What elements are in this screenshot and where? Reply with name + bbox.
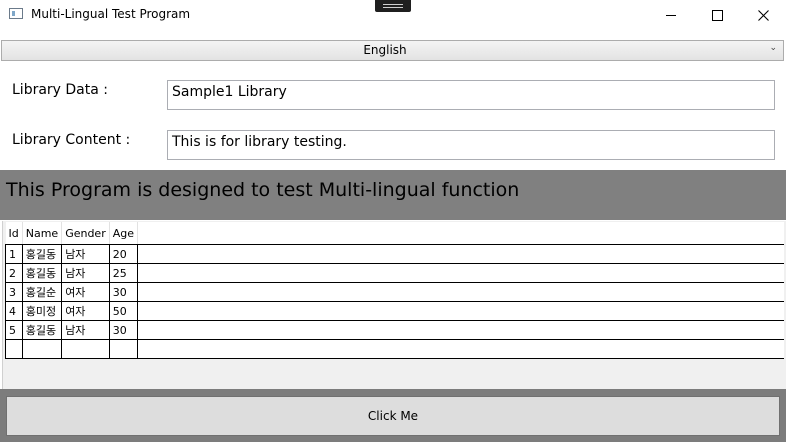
window-title: Multi-Lingual Test Program: [31, 7, 191, 21]
close-button[interactable]: [740, 0, 786, 30]
cell-name[interactable]: 홍길동: [22, 263, 63, 283]
cell-age[interactable]: [109, 339, 139, 359]
cell-age[interactable]: 25: [109, 263, 139, 283]
cell-gender[interactable]: 남자: [61, 244, 110, 264]
table-row[interactable]: 2 홍길동 남자 25: [5, 263, 784, 283]
language-selected-value: English: [363, 43, 407, 57]
cell-id[interactable]: [5, 339, 23, 359]
column-header-filler: [137, 222, 784, 245]
row-filler: [137, 301, 784, 321]
column-header-gender[interactable]: Gender: [61, 222, 110, 245]
library-content-label: Library Content :: [12, 132, 131, 148]
cell-id[interactable]: 4: [5, 301, 23, 321]
cell-name[interactable]: 홍길동: [22, 320, 63, 340]
drag-handle-icon[interactable]: [375, 0, 411, 12]
cell-gender[interactable]: 남자: [61, 263, 110, 283]
language-dropdown[interactable]: English ⌄: [1, 40, 784, 61]
title-bar[interactable]: Multi-Lingual Test Program: [0, 0, 786, 30]
minimize-icon: [666, 14, 676, 16]
cell-gender[interactable]: 여자: [61, 301, 110, 321]
table-row[interactable]: 3 홍길순 여자 30: [5, 282, 784, 302]
column-header-age[interactable]: Age: [109, 222, 139, 245]
new-row-placeholder[interactable]: [5, 339, 784, 359]
cell-id[interactable]: 3: [5, 282, 23, 302]
cell-name[interactable]: 홍길동: [22, 244, 63, 264]
data-grid[interactable]: Id Name Gender Age 1 홍길동 남자 20 2 홍길동 남자 …: [5, 222, 784, 359]
cell-name[interactable]: 홍미정: [22, 301, 63, 321]
row-filler: [137, 282, 784, 302]
library-content-field[interactable]: This is for library testing.: [167, 130, 775, 160]
cell-id[interactable]: 5: [5, 320, 23, 340]
row-filler: [137, 263, 784, 283]
grid-header-row: Id Name Gender Age: [5, 222, 784, 245]
row-filler: [137, 320, 784, 340]
cell-gender[interactable]: 남자: [61, 320, 110, 340]
cell-age[interactable]: 50: [109, 301, 139, 321]
info-banner: This Program is designed to test Multi-l…: [0, 170, 786, 220]
table-row[interactable]: 4 홍미정 여자 50: [5, 301, 784, 321]
column-header-name[interactable]: Name: [22, 222, 63, 245]
cell-gender[interactable]: 여자: [61, 282, 110, 302]
close-icon: [757, 9, 769, 21]
chevron-down-icon: ⌄: [769, 43, 777, 53]
click-me-button[interactable]: Click Me: [6, 396, 780, 436]
cell-age[interactable]: 20: [109, 244, 139, 264]
app-window-icon: [9, 8, 23, 19]
cell-id[interactable]: 2: [5, 263, 23, 283]
cell-name[interactable]: 홍길순: [22, 282, 63, 302]
maximize-icon: [711, 9, 723, 21]
cell-gender[interactable]: [61, 339, 110, 359]
table-row[interactable]: 1 홍길동 남자 20: [5, 244, 784, 264]
library-data-field[interactable]: Sample1 Library: [167, 80, 775, 110]
cell-age[interactable]: 30: [109, 320, 139, 340]
banner-text: This Program is designed to test Multi-l…: [6, 179, 520, 201]
column-header-id[interactable]: Id: [5, 222, 23, 245]
cell-id[interactable]: 1: [5, 244, 23, 264]
cell-name[interactable]: [22, 339, 63, 359]
row-filler: [137, 339, 784, 359]
table-row[interactable]: 5 홍길동 남자 30: [5, 320, 784, 340]
row-filler: [137, 244, 784, 264]
minimize-button[interactable]: [648, 0, 694, 30]
maximize-button[interactable]: [694, 0, 740, 30]
cell-age[interactable]: 30: [109, 282, 139, 302]
library-data-label: Library Data :: [12, 82, 108, 98]
